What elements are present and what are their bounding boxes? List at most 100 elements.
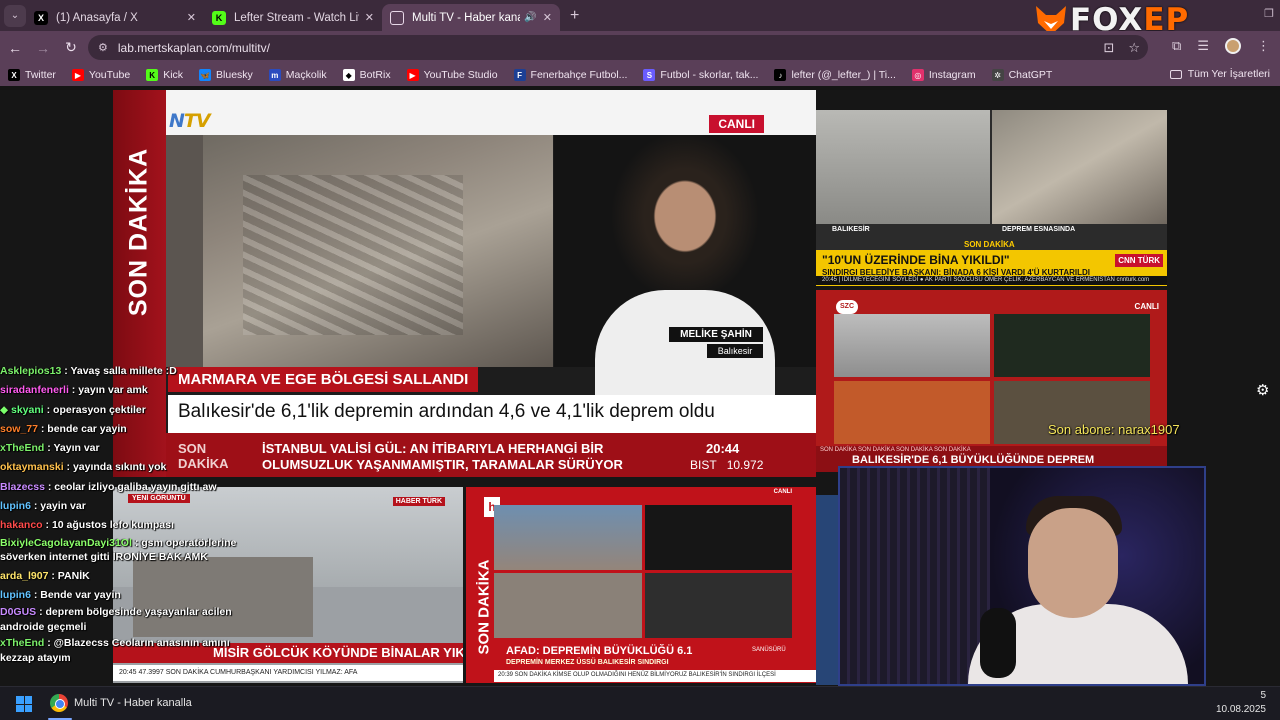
bookmark-favicon-icon: ◎ <box>911 69 924 81</box>
haber-stream[interactable]: h SON DAKİKA CANLI AFAD: DEPREMİN BÜYÜKL… <box>466 487 816 683</box>
extensions-icon[interactable]: ⧉ <box>1172 38 1181 54</box>
haberturk-logo: HABER TÜRK <box>392 497 445 506</box>
chat-username[interactable]: oktaymanski <box>0 461 64 473</box>
install-icon[interactable]: ⊡ <box>1103 40 1114 56</box>
streamer-face <box>1028 508 1118 618</box>
taskbar-time[interactable]: 5 <box>1260 690 1266 701</box>
bookmark-item[interactable]: m Maçkolik <box>268 69 327 81</box>
chat-message: xTheEnd : Yayın var <box>0 439 265 458</box>
cnn-footage-right <box>992 110 1167 224</box>
cnn-footage-left <box>816 110 990 224</box>
szc-cell <box>834 314 990 377</box>
close-icon[interactable]: ✕ <box>187 11 196 24</box>
windows-start-icon[interactable] <box>16 696 32 712</box>
szc-headline: BALIKESİR'DE 6,1 BÜYÜKLÜĞÜNDE DEPREM <box>852 454 1095 466</box>
bookmark-favicon-icon: m <box>268 69 281 81</box>
kick-logo-icon: K <box>212 10 226 25</box>
bookmark-item[interactable]: ◆ BotRix <box>342 69 391 81</box>
menu-icon[interactable]: ⋮ <box>1257 38 1270 54</box>
bookmark-item[interactable]: ▶ YouTube Studio <box>406 69 498 81</box>
tab-x[interactable]: X (1) Anasayfa / X ✕ <box>26 4 204 31</box>
back-button[interactable]: ← <box>2 35 28 61</box>
all-bookmarks-button[interactable]: Tüm Yer İşaretleri <box>1169 68 1270 80</box>
chat-username[interactable]: sow_77 <box>0 423 38 435</box>
chat-message: lupin6 : Bende var yayin <box>0 586 265 605</box>
tab-title: (1) Anasayfa / X <box>56 11 138 24</box>
restore-icon[interactable]: ❐ <box>1264 7 1274 20</box>
ntv-subtitle: Balıkesir'de 6,1'lik depremin ardından 4… <box>168 395 816 433</box>
chat-username[interactable]: arda_l907 <box>0 570 48 582</box>
haber-subline: DEPREMİN MERKEZ ÜSSÜ BALIKESİR SINDIRGI <box>506 659 669 666</box>
taskbar-date[interactable]: 10.08.2025 <box>1216 704 1266 715</box>
chat-username[interactable]: xTheEnd <box>0 637 44 649</box>
browser-toolbar: ← → ↻ ⚙ lab.mertskaplan.com/multitv/ ⊡ ☆… <box>0 31 1280 64</box>
chat-username[interactable]: lupin6 <box>0 500 31 512</box>
bookmark-item[interactable]: S Futbol - skorlar, tak... <box>643 69 758 81</box>
bookmark-favicon-icon: F <box>513 69 526 81</box>
chat-text: : Bende var yayin <box>33 588 121 601</box>
bookmark-label: Kick <box>163 69 184 81</box>
bookmark-item[interactable]: ◎ Instagram <box>911 69 976 81</box>
haber-headline: AFAD: DEPREMİN BÜYÜKLÜĞÜ 6.1 <box>506 645 693 657</box>
profile-avatar[interactable] <box>1225 38 1241 54</box>
chat-username[interactable]: skyani <box>11 404 44 416</box>
cnn-ticker: 20:45 | İDILMEYECEĞİNİ SÖYLEDİ ● AK PART… <box>816 276 1167 285</box>
chat-username[interactable]: lupin6 <box>0 589 31 601</box>
bookmark-favicon-icon: ♪ <box>774 69 787 81</box>
reporter-name: MELİKE ŞAHİN <box>669 327 763 342</box>
speaker-icon[interactable]: 🔊 <box>524 12 536 23</box>
chat-username[interactable]: siradanfenerli <box>0 384 69 396</box>
haber-cell <box>494 505 642 570</box>
tab-search-button[interactable]: ⌄ <box>4 4 26 27</box>
forward-button[interactable]: → <box>30 35 56 61</box>
chat-text: : Yayın var <box>47 442 100 455</box>
cnnturk-stream[interactable]: BALIKESİR DEPREM ESNASINDA SON DAKİKA "1… <box>816 110 1167 286</box>
chrome-icon[interactable] <box>50 694 68 712</box>
bookmark-item[interactable]: X Twitter <box>8 69 56 81</box>
chat-message: sow_77 : bende car yayin <box>0 420 265 439</box>
tab-multitv[interactable]: Multi TV - Haber kanalları 🔊 ✕ <box>382 4 560 31</box>
gear-icon[interactable]: ⚙ <box>1256 381 1269 399</box>
bookmark-item[interactable]: 🦋 Bluesky <box>199 69 253 81</box>
bookmark-favicon-icon: S <box>643 69 656 81</box>
close-icon[interactable]: ✕ <box>365 11 374 24</box>
media-control-icon[interactable]: ☰ <box>1197 38 1209 54</box>
bookmark-label: BotRix <box>359 69 391 81</box>
bookmark-label: ChatGPT <box>1008 69 1053 81</box>
bookmark-label: Instagram <box>928 69 976 81</box>
chat-message: lupin6 : yayin var <box>0 497 265 516</box>
tv-icon <box>390 10 404 25</box>
folder-icon <box>1169 69 1182 79</box>
reload-button[interactable]: ↻ <box>58 35 84 61</box>
address-bar[interactable]: ⚙ lab.mertskaplan.com/multitv/ ⊡ ☆ <box>88 35 1148 60</box>
ticker-message: İSTANBUL VALİSİ GÜL: AN İTİBARIYLA HERHA… <box>262 441 623 472</box>
new-tab-button[interactable]: + <box>570 7 579 25</box>
bookmark-favicon-icon: ✲ <box>991 69 1004 81</box>
szc-cell <box>834 381 990 444</box>
close-icon[interactable]: ✕ <box>543 11 552 24</box>
taskbar-window-title[interactable]: Multi TV - Haber kanalla <box>74 697 192 709</box>
tab-kick[interactable]: K Lefter Stream - Watch Live on K ✕ <box>204 4 382 31</box>
szc-stream[interactable]: SZC CANLI SON DAKİKA SON DAKİKA SON DAKİ… <box>816 290 1167 472</box>
chat-username[interactable]: Asklepios13 <box>0 365 61 377</box>
chat-text: : 10 ağustos lefo kumpası <box>45 519 174 532</box>
chat-username[interactable]: BixiyleCagolayanDayi31Ol <box>0 537 132 549</box>
bookmark-item[interactable]: K Kick <box>146 69 183 81</box>
chat-text: : bende car yayin <box>40 422 127 435</box>
bookmark-item[interactable]: ♪ lefter (@_lefter_) | Ti... <box>774 69 896 81</box>
chat-username[interactable]: xTheEnd <box>0 442 44 454</box>
chat-username[interactable]: Blazecss <box>0 481 45 493</box>
haber-live: CANLI <box>773 489 792 495</box>
site-info-icon[interactable]: ⚙ <box>98 41 108 54</box>
bookmark-item[interactable]: ▶ YouTube <box>71 69 131 81</box>
chat-message: hakanco : 10 ağustos lefo kumpası <box>0 516 265 535</box>
url-text: lab.mertskaplan.com/multitv/ <box>117 40 270 55</box>
bookmark-item[interactable]: ✲ ChatGPT <box>991 69 1053 81</box>
chat-username[interactable]: hakanco <box>0 519 43 531</box>
bookmark-item[interactable]: F Fenerbahçe Futbol... <box>513 69 627 81</box>
bookmark-star-icon[interactable]: ☆ <box>1128 40 1140 56</box>
window-controls: ❐ <box>1264 7 1274 20</box>
bookmark-label: YouTube <box>88 69 131 81</box>
chat-username[interactable]: D0GUS <box>0 606 36 618</box>
tab-title: Lefter Stream - Watch Live on K <box>234 11 359 24</box>
